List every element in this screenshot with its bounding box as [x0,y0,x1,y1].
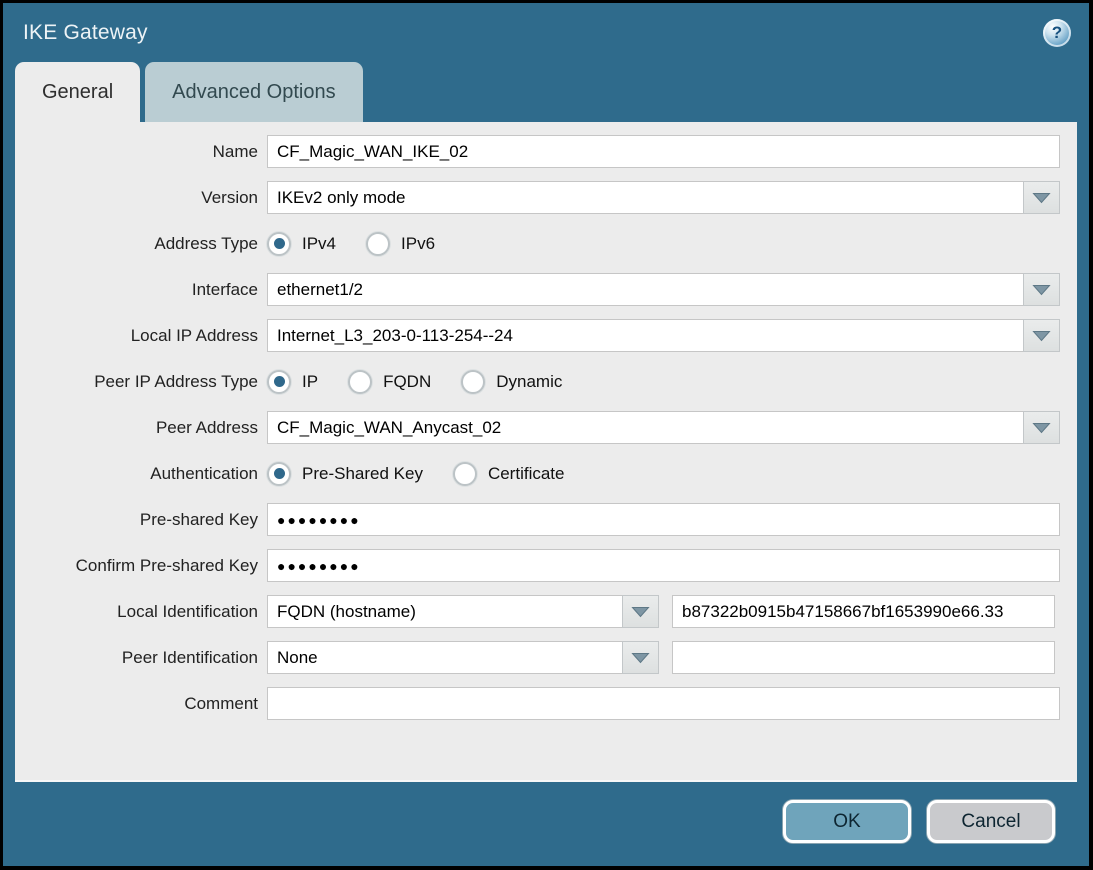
form-row-version: Version IKEv2 only mode [15,181,1060,214]
radio-option-pre-shared-key[interactable]: Pre-Shared Key [267,462,423,486]
peer-address-dropdown-button[interactable] [1023,411,1060,444]
radio-selected-icon[interactable] [267,462,291,486]
chevron-down-icon [1032,422,1051,434]
ok-button[interactable]: OK [783,800,911,843]
radio-unselected-icon[interactable] [453,462,477,486]
radio-unselected-icon[interactable] [348,370,372,394]
radio-option-certificate[interactable]: Certificate [453,462,565,486]
interface-label: Interface [15,280,258,300]
form-row-peer-identification: Peer Identification None [15,641,1060,674]
form-row-peer-ip-address-type: Peer IP Address Type IP FQDN Dynamic [15,365,1060,398]
radio-option-fqdn[interactable]: FQDN [348,370,431,394]
cancel-button[interactable]: Cancel [927,800,1055,843]
local-identification-type-select[interactable]: FQDN (hostname) [267,595,659,628]
help-glyph: ? [1052,23,1062,43]
peer-identification-value-input[interactable] [672,641,1055,674]
radio-option-label: IP [302,372,318,392]
chevron-down-icon [1032,284,1051,296]
radio-option-label: Dynamic [496,372,562,392]
peer-address-select[interactable]: CF_Magic_WAN_Anycast_02 [267,411,1060,444]
form-row-pre-shared-key: Pre-shared Key [15,503,1060,536]
authentication-label: Authentication [15,464,258,484]
chevron-down-icon [631,652,650,664]
radio-option-label: IPv4 [302,234,336,254]
pre-shared-key-input[interactable] [267,503,1060,536]
radio-option-ipv4[interactable]: IPv4 [267,232,336,256]
help-icon[interactable]: ? [1043,19,1071,47]
version-dropdown-button[interactable] [1023,181,1060,214]
radio-option-label: FQDN [383,372,431,392]
peer-identification-type-value: None [267,641,622,674]
confirm-pre-shared-key-input[interactable] [267,549,1060,582]
radio-unselected-icon[interactable] [461,370,485,394]
name-label: Name [15,142,258,162]
radio-option-dynamic[interactable]: Dynamic [461,370,562,394]
address-type-radio-group: IPv4 IPv6 [267,232,1060,256]
version-select-value: IKEv2 only mode [267,181,1023,214]
radio-option-label: Pre-Shared Key [302,464,423,484]
form-row-interface: Interface ethernet1/2 [15,273,1060,306]
local-identification-type-value: FQDN (hostname) [267,595,622,628]
local-ip-address-select[interactable]: Internet_L3_203-0-113-254--24 [267,319,1060,352]
form-row-peer-address: Peer Address CF_Magic_WAN_Anycast_02 [15,411,1060,444]
chevron-down-icon [1032,330,1051,342]
radio-option-label: Certificate [488,464,565,484]
form-row-authentication: Authentication Pre-Shared Key Certificat… [15,457,1060,490]
radio-option-ipv6[interactable]: IPv6 [366,232,435,256]
form-row-local-ip-address: Local IP Address Internet_L3_203-0-113-2… [15,319,1060,352]
pre-shared-key-label: Pre-shared Key [15,510,258,530]
form-row-name: Name [15,135,1060,168]
radio-unselected-icon[interactable] [366,232,390,256]
name-input[interactable] [267,135,1060,168]
tab-general[interactable]: General [15,62,140,122]
radio-option-ip[interactable]: IP [267,370,318,394]
local-ip-address-dropdown-button[interactable] [1023,319,1060,352]
peer-ip-address-type-radio-group: IP FQDN Dynamic [267,370,1060,394]
peer-address-select-value: CF_Magic_WAN_Anycast_02 [267,411,1023,444]
peer-identification-type-select[interactable]: None [267,641,659,674]
comment-label: Comment [15,694,258,714]
interface-select[interactable]: ethernet1/2 [267,273,1060,306]
peer-address-label: Peer Address [15,418,258,438]
address-type-label: Address Type [15,234,258,254]
local-ip-address-select-value: Internet_L3_203-0-113-254--24 [267,319,1023,352]
ike-gateway-dialog: IKE Gateway ? General Advanced Options N… [3,3,1089,866]
chevron-down-icon [631,606,650,618]
local-identification-dropdown-button[interactable] [622,595,659,628]
version-label: Version [15,188,258,208]
local-identification-value-input[interactable] [672,595,1055,628]
peer-identification-label: Peer Identification [15,648,258,668]
dialog-footer: OK Cancel [3,782,1089,843]
chevron-down-icon [1032,192,1051,204]
form-row-address-type: Address Type IPv4 IPv6 [15,227,1060,260]
peer-ip-address-type-label: Peer IP Address Type [15,372,258,392]
radio-option-label: IPv6 [401,234,435,254]
local-ip-address-label: Local IP Address [15,326,258,346]
radio-selected-icon[interactable] [267,232,291,256]
peer-identification-dropdown-button[interactable] [622,641,659,674]
tab-bar: General Advanced Options [3,62,1089,122]
comment-input[interactable] [267,687,1060,720]
interface-select-value: ethernet1/2 [267,273,1023,306]
form-row-local-identification: Local Identification FQDN (hostname) [15,595,1060,628]
local-identification-fields: FQDN (hostname) [267,595,1060,628]
radio-selected-icon[interactable] [267,370,291,394]
peer-identification-fields: None [267,641,1060,674]
interface-dropdown-button[interactable] [1023,273,1060,306]
confirm-pre-shared-key-label: Confirm Pre-shared Key [15,556,258,576]
dialog-titlebar: IKE Gateway ? [3,3,1089,62]
version-select[interactable]: IKEv2 only mode [267,181,1060,214]
general-tab-panel: Name Version IKEv2 only mode Address Typ… [15,122,1077,782]
local-identification-label: Local Identification [15,602,258,622]
authentication-radio-group: Pre-Shared Key Certificate [267,462,1060,486]
tab-advanced-options[interactable]: Advanced Options [145,62,362,122]
form-row-confirm-pre-shared-key: Confirm Pre-shared Key [15,549,1060,582]
form-row-comment: Comment [15,687,1060,720]
dialog-title: IKE Gateway [23,21,148,45]
